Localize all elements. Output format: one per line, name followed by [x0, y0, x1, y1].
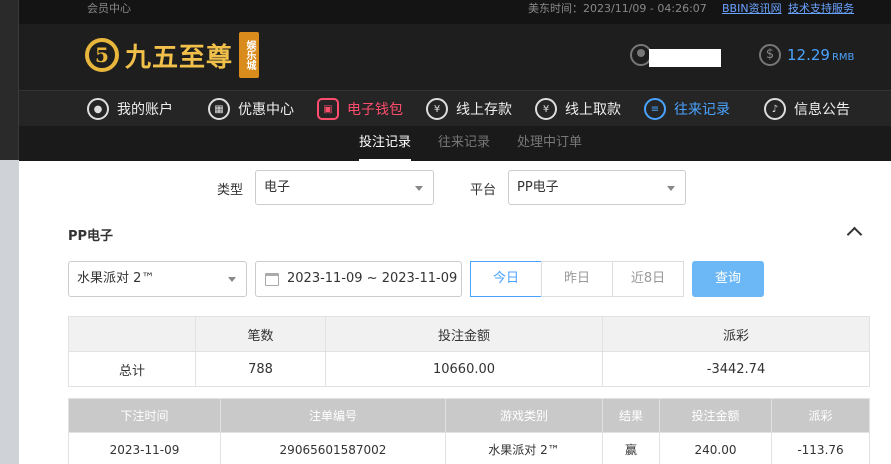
detail-header-cell: 注单编号 [220, 398, 446, 433]
logo-mark-icon: 5 [85, 38, 119, 72]
nav-announcements[interactable]: ♪ 信息公告 [764, 91, 850, 127]
summary-cell: 788 [195, 351, 326, 387]
top-strip: 会员中心 美东时间：2023/11/09 - 04:26:07 BBIN资讯网 … [19, 0, 891, 24]
main-nav: ● 我的账户 ▦ 优惠中心 ▣ 电子钱包 ¥ 线上存款 ¥ 线上取款 ≡ 往来记录 ♪ 信息公… [19, 90, 891, 126]
summary-table: 笔数 投注金额 派彩 总计 788 10660.00 -3442.74 [68, 316, 870, 387]
type-label: 类型 [217, 183, 244, 198]
date-range-input[interactable]: 2023-11-09 ~ 2023-11-09 [255, 261, 462, 297]
summary-header-cell: 派彩 [602, 316, 870, 352]
section-title: PP电子 [68, 229, 114, 244]
summary-row: 总计 788 10660.00 -3442.74 [68, 351, 870, 387]
logo-text: 九五至尊 [125, 42, 234, 73]
summary-cell: 总计 [68, 351, 196, 387]
tab-bet-records[interactable]: 投注记录 [359, 126, 412, 161]
game-value: 水果派对 2™ [77, 271, 155, 286]
quick-today-button[interactable]: 今日 [470, 261, 542, 297]
result-cell: 赢 [602, 432, 660, 464]
platform-label: 平台 [470, 183, 497, 198]
summary-header-row: 笔数 投注金额 派彩 [68, 316, 870, 352]
detail-header-cell: 投注金额 [659, 398, 772, 433]
nav-label: 我的账户 [117, 102, 173, 118]
summary-cell: 10660.00 [325, 351, 603, 387]
detail-header-cell: 结果 [602, 398, 660, 433]
query-button[interactable]: 查询 [692, 261, 764, 297]
chevron-down-icon [415, 186, 423, 191]
date-range-value: 2023-11-09 ~ 2023-11-09 [287, 271, 458, 286]
nav-my-account[interactable]: ● 我的账户 [87, 91, 173, 127]
detail-header-row: 下注时间 注单编号 游戏类别 结果 投注金额 派彩 [68, 398, 870, 433]
bet-id-cell: 29065601587002 [220, 432, 446, 464]
type-value: 电子 [264, 180, 291, 195]
chevron-down-icon [667, 186, 675, 191]
table-row[interactable]: 2023-11-09 29065601587002 水果派对 2™ 赢 240.… [68, 432, 870, 464]
game-type-cell: 水果派对 2™ [445, 432, 603, 464]
calendar-icon [265, 273, 279, 286]
chevron-up-icon[interactable] [846, 224, 862, 240]
nav-label: 往来记录 [674, 102, 730, 118]
bet-time-cell: 2023-11-09 [68, 432, 221, 464]
left-edge-strip [0, 0, 19, 464]
nav-label: 优惠中心 [238, 102, 294, 118]
tech-support-link[interactable]: 技术支持服务 [788, 0, 854, 16]
bell-icon: ♪ [764, 98, 786, 120]
balance-amount: 12.29 [787, 46, 830, 64]
game-select[interactable]: 水果派对 2™ [68, 261, 247, 297]
sub-tabs: 投注记录 往来记录 处理中订单 [19, 126, 891, 161]
user-icon: ● [87, 98, 109, 120]
nav-label: 信息公告 [794, 102, 850, 118]
member-center-label: 会员中心 [87, 2, 131, 15]
bet-amount-cell: 240.00 [659, 432, 772, 464]
nav-promotions[interactable]: ▦ 优惠中心 [208, 91, 294, 127]
type-select[interactable]: 电子 [255, 170, 434, 205]
nav-withdraw[interactable]: ¥ 线上取款 [535, 91, 621, 127]
content-panel: 类型 电子 平台 PP电子 PP电子 水果派对 2™ 2023-11-09 ~ … [19, 161, 891, 464]
tab-pending-orders[interactable]: 处理中订单 [517, 126, 582, 161]
detail-header-cell: 下注时间 [68, 398, 221, 433]
quick-yesterday-button[interactable]: 昨日 [541, 261, 613, 297]
platform-value: PP电子 [517, 180, 559, 195]
detail-header-cell: 游戏类别 [445, 398, 603, 433]
site-logo[interactable]: 5 九五至尊 娱乐城 [85, 30, 260, 80]
us-east-time: 美东时间：2023/11/09 - 04:26:07 [528, 2, 707, 15]
deposit-icon: ¥ [426, 98, 448, 120]
summary-header-cell: 笔数 [195, 316, 326, 352]
nav-label: 线上存款 [456, 102, 512, 118]
username-redacted [649, 49, 721, 67]
bbin-info-link[interactable]: BBIN资讯网 [722, 0, 782, 16]
nav-records[interactable]: ≡ 往来记录 [644, 91, 730, 127]
balance-display: 12.29 RMB [787, 46, 854, 64]
tab-transaction-records[interactable]: 往来记录 [438, 126, 490, 161]
wallet-icon: ▣ [317, 98, 339, 120]
dollar-icon: $ [759, 44, 781, 66]
left-edge-panel [0, 160, 19, 464]
summary-cell: -3442.74 [602, 351, 870, 387]
nav-label: 电子钱包 [347, 102, 403, 118]
summary-header-cell [68, 316, 196, 352]
nav-e-wallet[interactable]: ▣ 电子钱包 [317, 91, 403, 127]
record-icon: ≡ [644, 98, 666, 120]
summary-header-cell: 投注金额 [325, 316, 603, 352]
chevron-down-icon [228, 277, 236, 282]
detail-header-cell: 派彩 [771, 398, 870, 433]
nav-label: 线上取款 [565, 102, 621, 118]
nav-deposit[interactable]: ¥ 线上存款 [426, 91, 512, 127]
header: 5 九五至尊 娱乐城 $ 12.29 RMB [19, 24, 891, 90]
platform-select[interactable]: PP电子 [508, 170, 686, 205]
logo-tag: 娱乐城 [239, 32, 260, 78]
quick-8days-button[interactable]: 近8日 [612, 261, 684, 297]
payout-cell: -113.76 [771, 432, 870, 464]
withdraw-icon: ¥ [535, 98, 557, 120]
balance-unit: RMB [831, 52, 855, 63]
gift-icon: ▦ [208, 98, 230, 120]
detail-table: 下注时间 注单编号 游戏类别 结果 投注金额 派彩 2023-11-09 290… [68, 398, 870, 464]
